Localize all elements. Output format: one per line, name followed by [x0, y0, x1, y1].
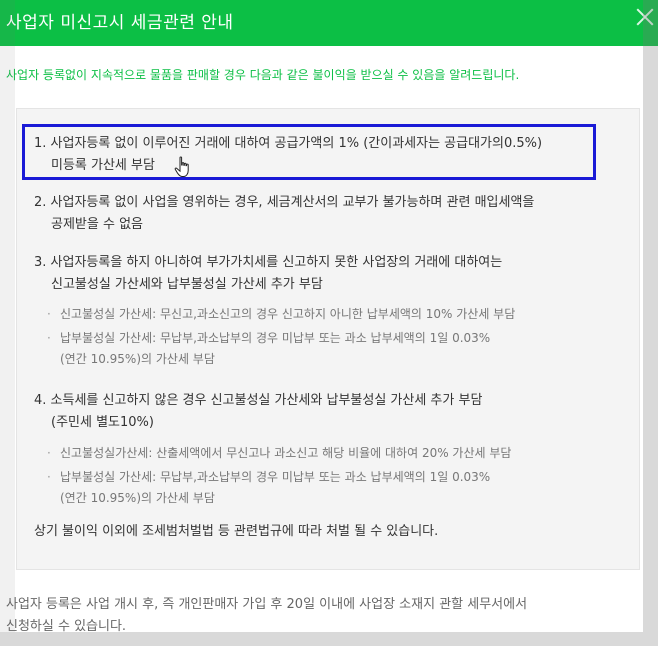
bullet-icon: · — [47, 446, 51, 460]
sub-item-text: 납부불성실 가산세: 무납부,과소납부의 경우 미납부 또는 과소 납부세액의 … — [60, 470, 491, 484]
registration-info: 사업자 등록은 사업 개시 후, 즉 개인판매자 가입 후 20일 이내에 사업… — [6, 594, 527, 638]
bullet-icon: · — [47, 470, 51, 484]
notice-item-4-sub-2: · 납부불성실 가산세: 무납부,과소납부의 경우 미납부 또는 과소 납부세액의… — [47, 467, 490, 509]
sub-item-text-cont: (연간 10.95%)의 가산세 부담 — [60, 352, 215, 366]
notice-item-3-line1: 3. 사업자등록을 하지 아니하여 부가가치세를 신고하지 못한 사업장의 거래… — [34, 255, 503, 270]
dialog-header: 사업자 미신고시 세금관련 안내 — [0, 0, 658, 46]
notice-item-2-line2: 공제받을 수 없음 — [51, 217, 143, 232]
hand-pointer-icon — [174, 156, 189, 177]
highlight-box — [22, 124, 596, 180]
sub-item-text: 신고불성실가산세: 산출세액에서 무신고나 과소신고 해당 비율에 대하여 20… — [60, 446, 512, 460]
notice-item-4: 4. 소득세를 신고하지 않은 경우 신고불성실 가산세와 납부불성실 가산세 … — [34, 390, 482, 434]
sub-item-text-cont: (연간 10.95%)의 가산세 부담 — [60, 491, 215, 505]
notice-item-3-sub-2: · 납부불성실 가산세: 무납부,과소납부의 경우 미납부 또는 과소 납부세액의… — [47, 328, 490, 370]
dialog-title: 사업자 미신고시 세금관련 안내 — [6, 13, 234, 33]
footer-note: 상기 불이익 이외에 조세범처벌법 등 관련법규에 따라 처벌 될 수 있습니다… — [34, 524, 439, 539]
notice-item-2: 2. 사업자등록 없이 사업을 영위하는 경우, 세금계산서의 교부가 불가능하… — [34, 192, 534, 236]
sub-item-text: 신고불성실 가산세: 무신고,과소신고의 경우 신고하지 아니한 납부세액의 1… — [60, 307, 516, 321]
notice-item-4-line2: (주민세 별도10%) — [51, 415, 154, 430]
registration-info-line2: 신청하실 수 있습니다. — [6, 619, 127, 634]
registration-info-line1: 사업자 등록은 사업 개시 후, 즉 개인판매자 가입 후 20일 이내에 사업… — [6, 597, 528, 612]
sub-item-text: 납부불성실 가산세: 무납부,과소납부의 경우 미납부 또는 과소 납부세액의 … — [60, 331, 491, 345]
notice-item-2-line1: 2. 사업자등록 없이 사업을 영위하는 경우, 세금계산서의 교부가 불가능하… — [34, 195, 535, 210]
intro-text: 사업자 등록없이 지속적으로 물품을 판매할 경우 다음과 같은 불이익을 받으… — [6, 68, 520, 82]
tax-notice-dialog: 사업자 미신고시 세금관련 안내 사업자 등록없이 지속적으로 물품을 판매할 … — [0, 0, 658, 646]
notice-item-4-line1: 4. 소득세를 신고하지 않은 경우 신고불성실 가산세와 납부불성실 가산세 … — [34, 393, 483, 408]
close-icon[interactable] — [634, 6, 656, 28]
notice-item-3-line2: 신고불성실 가산세와 납부불성실 가산세 추가 부담 — [51, 277, 323, 292]
scrim-right — [643, 0, 658, 646]
bullet-icon: · — [47, 307, 51, 321]
scrim-left — [0, 0, 15, 632]
notice-item-3-sub-1: · 신고불성실 가산세: 무신고,과소신고의 경우 신고하지 아니한 납부세액의 … — [47, 304, 515, 325]
notice-item-4-sub-1: · 신고불성실가산세: 산출세액에서 무신고나 과소신고 해당 비율에 대하여 2… — [47, 443, 511, 464]
notice-item-3: 3. 사업자등록을 하지 아니하여 부가가치세를 신고하지 못한 사업장의 거래… — [34, 252, 502, 296]
bullet-icon: · — [47, 331, 51, 345]
